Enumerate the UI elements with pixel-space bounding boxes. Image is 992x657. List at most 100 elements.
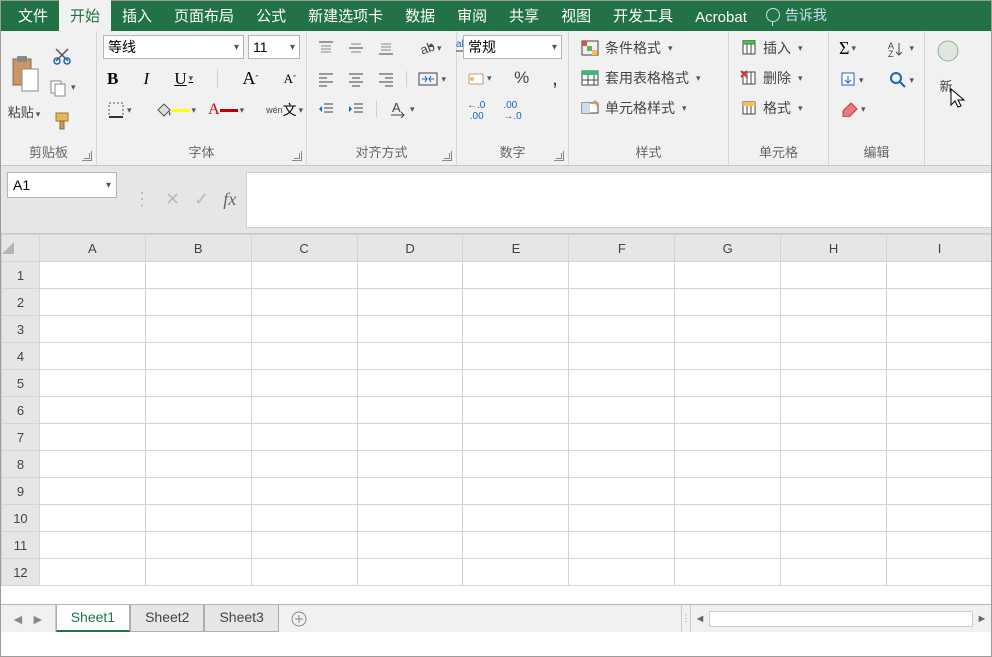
orientation-button[interactable]: ab [413,36,446,60]
row-header[interactable]: 10 [2,505,40,532]
row-header[interactable]: 4 [2,343,40,370]
fill-button[interactable] [835,68,868,92]
enter-formula-button[interactable]: ✓ [194,189,209,210]
scroll-right-button[interactable]: ► [973,613,991,625]
number-format-select[interactable]: 常规▾ [463,35,562,59]
decrease-indent-button[interactable] [313,97,339,121]
increase-indent-button[interactable] [343,97,369,121]
tab-insert[interactable]: 插入 [111,0,163,31]
font-color-button[interactable]: A [204,98,248,122]
font-dialog-launcher[interactable] [292,151,302,161]
fill-color-button[interactable] [150,99,201,121]
clipboard-dialog-launcher[interactable] [82,151,92,161]
tab-developer[interactable]: 开发工具 [602,0,684,31]
number-dialog-launcher[interactable] [554,151,564,161]
col-header[interactable]: B [145,235,251,262]
row-header[interactable]: 2 [2,289,40,316]
sheet-tab-3[interactable]: Sheet3 [204,605,278,632]
italic-button[interactable]: I [140,66,154,92]
col-header[interactable]: A [39,235,145,262]
conditional-format-button[interactable]: 条件格式 [575,35,722,61]
align-left-button[interactable] [313,67,339,91]
cell-styles-button[interactable]: 单元格样式 [575,95,722,121]
format-as-table-button[interactable]: 套用表格格式 [575,65,722,91]
merge-button[interactable] [413,67,450,91]
paste-button[interactable]: 粘贴 [7,55,41,121]
scroll-left-button[interactable]: ◄ [691,613,709,625]
addin-circle-button[interactable] [931,35,965,67]
col-header[interactable]: E [463,235,569,262]
sort-filter-button[interactable]: AZ [883,37,918,61]
align-top-button[interactable] [313,36,339,60]
row-header[interactable]: 3 [2,316,40,343]
insert-cells-button[interactable]: 插入 [735,35,822,61]
format-painter-button[interactable] [48,108,76,134]
tab-share[interactable]: 共享 [498,0,550,31]
tab-home[interactable]: 开始 [59,0,111,31]
percent-button[interactable]: % [510,65,533,91]
tab-data[interactable]: 数据 [394,0,446,31]
grow-font-button[interactable]: Aˆ [238,65,262,92]
borders-button[interactable] [103,98,136,122]
cancel-formula-button[interactable]: ✕ [165,189,180,210]
row-header[interactable]: 7 [2,424,40,451]
copy-button[interactable] [45,76,80,100]
name-box[interactable]: A1▾ [7,172,117,198]
underline-button[interactable]: U [170,66,197,92]
scroll-track[interactable] [709,611,973,627]
format-cells-button[interactable]: 格式 [735,95,822,121]
sheet-nav-prev[interactable]: ◄ [11,611,25,627]
tab-view[interactable]: 视图 [550,0,602,31]
fx-options-icon[interactable]: ⋮ [133,189,151,210]
align-middle-button[interactable] [343,36,369,60]
sheet-nav-next[interactable]: ► [31,611,45,627]
tab-custom[interactable]: 新建选项卡 [297,0,394,31]
col-header[interactable]: G [675,235,781,262]
bold-button[interactable]: B [103,66,122,92]
text-direction-button[interactable]: A [384,97,419,121]
shrink-font-button[interactable]: Aˇ [280,68,300,90]
align-right-button[interactable] [373,67,399,91]
row-header[interactable]: 12 [2,559,40,586]
font-size-select[interactable]: 11▾ [248,35,300,59]
decrease-decimal-button[interactable]: .00→.0 [499,97,525,125]
find-select-button[interactable] [885,68,918,92]
tab-scroll-splitter[interactable]: ⋮ [681,605,691,632]
sheet-tab-1[interactable]: Sheet1 [56,605,130,632]
font-name-select[interactable]: 等线▾ [103,35,244,59]
row-header[interactable]: 6 [2,397,40,424]
col-header[interactable]: D [357,235,463,262]
col-header[interactable]: I [887,235,991,262]
col-header[interactable]: H [781,235,887,262]
cut-button[interactable] [48,42,76,68]
select-all-corner[interactable] [2,235,40,262]
row-header[interactable]: 8 [2,451,40,478]
tab-formula[interactable]: 公式 [245,0,297,31]
row-header[interactable]: 1 [2,262,40,289]
tab-review[interactable]: 审阅 [446,0,498,31]
align-center-button[interactable] [343,67,369,91]
clear-button[interactable] [835,98,870,120]
phonetic-button[interactable]: wén文 [262,100,307,120]
fx-button[interactable]: fx [223,189,236,210]
formula-input[interactable] [246,172,991,228]
new-sheet-button[interactable] [279,605,319,632]
row-header[interactable]: 5 [2,370,40,397]
tell-me-search[interactable]: 告诉我 [758,0,835,31]
currency-button[interactable] [463,66,496,90]
tab-layout[interactable]: 页面布局 [163,0,245,31]
tab-file[interactable]: 文件 [7,0,59,31]
comma-button[interactable]: , [548,69,562,87]
alignment-dialog-launcher[interactable] [442,151,452,161]
horizontal-scrollbar[interactable]: ◄ ► [691,605,991,632]
autosum-button[interactable]: Σ [835,35,860,62]
align-bottom-button[interactable] [373,36,399,60]
col-header[interactable]: F [569,235,675,262]
tab-acrobat[interactable]: Acrobat [684,3,758,31]
sheet-tab-2[interactable]: Sheet2 [130,605,204,632]
row-header[interactable]: 11 [2,532,40,559]
delete-cells-button[interactable]: 删除 [735,65,822,91]
increase-decimal-button[interactable]: ←.0 .00 [463,97,489,125]
spreadsheet-grid[interactable]: A B C D E F G H I 1 2 3 4 5 6 7 8 9 10 1… [1,234,991,604]
col-header[interactable]: C [251,235,357,262]
